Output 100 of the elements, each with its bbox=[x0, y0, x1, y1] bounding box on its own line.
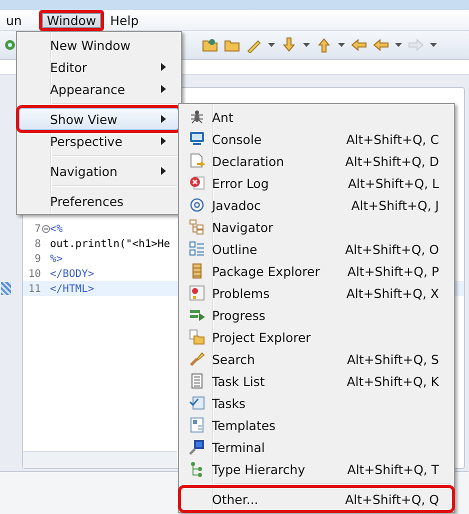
menu-item-label: Show View bbox=[50, 112, 118, 126]
menu-item-label: Terminal bbox=[212, 440, 266, 454]
line-number: 11 bbox=[27, 282, 41, 294]
back-arrow-icon[interactable] bbox=[373, 37, 389, 53]
submenu-arrow-icon bbox=[161, 63, 166, 71]
folder-icon bbox=[189, 329, 205, 345]
bookmark-marker bbox=[1, 282, 11, 295]
menu-item[interactable]: Appearance bbox=[19, 78, 179, 100]
menu-item-label: Console bbox=[212, 132, 263, 146]
monitor-icon bbox=[189, 131, 205, 147]
dropdown-caret-icon[interactable] bbox=[303, 43, 310, 47]
menu-item-label: Declaration bbox=[212, 154, 286, 168]
code-text: out.println("<h1>He bbox=[50, 238, 170, 250]
shortcut-text: Alt+Shift+Q, D bbox=[345, 154, 439, 168]
submenu-arrow-icon bbox=[161, 137, 166, 145]
terminal-icon bbox=[189, 439, 205, 455]
menu-item-label: Project Explorer bbox=[212, 330, 312, 344]
dropdown-caret-icon[interactable] bbox=[268, 43, 275, 47]
menu-item-label: Problems bbox=[212, 286, 271, 300]
menu-item[interactable]: Editor bbox=[19, 56, 179, 78]
progress-icon bbox=[189, 307, 205, 323]
menu-item[interactable]: Console Alt+Shift+Q, C bbox=[181, 128, 452, 150]
tree-icon bbox=[189, 219, 205, 235]
menu-item-label: Ant bbox=[212, 110, 234, 124]
shortcut-text: Alt+Shift+Q, O bbox=[345, 242, 439, 256]
code-text: </HTML> bbox=[50, 282, 94, 294]
code-text: </BODY> bbox=[50, 268, 94, 280]
shortcut-text: Alt+Shift+Q, P bbox=[347, 264, 439, 278]
menu-item[interactable]: Ant bbox=[181, 106, 452, 128]
bug-icon bbox=[189, 109, 205, 125]
menu-item[interactable]: Outline Alt+Shift+Q, O bbox=[181, 238, 452, 260]
menu-item-label: Javadoc bbox=[212, 198, 262, 212]
up-arrow-icon[interactable] bbox=[316, 37, 332, 53]
submenu-arrow-icon bbox=[161, 167, 166, 175]
line-number: 7 bbox=[34, 222, 41, 234]
menu-item[interactable]: Perspective bbox=[19, 130, 179, 152]
menu-item-label: Perspective bbox=[50, 134, 124, 148]
menu-item-label: Other... bbox=[212, 492, 260, 506]
menu-item-label: Task List bbox=[212, 374, 266, 388]
problems-icon bbox=[189, 285, 205, 301]
shortcut-text: Alt+Shift+Q, C bbox=[346, 132, 439, 146]
outline-icon bbox=[189, 241, 205, 257]
back-arrow-icon[interactable] bbox=[351, 37, 367, 53]
horizontal-scrollbar[interactable] bbox=[23, 451, 177, 468]
menu-item[interactable]: Package Explorer Alt+Shift+Q, P bbox=[181, 260, 452, 282]
menu-item-label: Navigator bbox=[212, 220, 274, 234]
menu-item-label: Tasks bbox=[212, 396, 246, 410]
menu-item[interactable]: Progress bbox=[181, 304, 452, 326]
fold-icon[interactable] bbox=[42, 224, 50, 232]
menu-item[interactable]: Tasks bbox=[181, 392, 452, 414]
down-arrow-icon[interactable] bbox=[281, 37, 297, 53]
menu-item-label: Outline bbox=[212, 242, 258, 256]
menu-title[interactable]: un bbox=[0, 10, 30, 30]
menu-item-label: Progress bbox=[212, 308, 266, 322]
menu-item[interactable]: Declaration Alt+Shift+Q, D bbox=[181, 150, 452, 172]
menu-item-label: Editor bbox=[50, 60, 88, 74]
menu-item[interactable]: Problems Alt+Shift+Q, X bbox=[181, 282, 452, 304]
dropdown-caret-icon[interactable] bbox=[395, 43, 402, 47]
menu-item[interactable]: Terminal bbox=[181, 436, 452, 458]
menu-item[interactable]: Show View bbox=[19, 108, 179, 130]
shortcut-text: Alt+Shift+Q, K bbox=[346, 374, 439, 388]
dropdown-caret-icon[interactable] bbox=[338, 43, 345, 47]
menu-item-label: Preferences bbox=[50, 194, 125, 208]
shortcut-text: Alt+Shift+Q, X bbox=[346, 286, 439, 300]
folder-icon[interactable] bbox=[202, 37, 218, 53]
menu-item[interactable]: Other... Alt+Shift+Q, Q bbox=[181, 488, 452, 510]
menu-item-label: Type Hierarchy bbox=[212, 462, 306, 476]
shortcut-text: Alt+Shift+Q, Q bbox=[345, 492, 439, 506]
shortcut-text: Alt+Shift+Q, L bbox=[348, 176, 439, 190]
menu-title[interactable]: Window bbox=[38, 10, 104, 30]
template-icon bbox=[189, 417, 205, 433]
shortcut-text: Alt+Shift+Q, T bbox=[347, 462, 439, 476]
menu-item-label: Search bbox=[212, 352, 256, 366]
line-number: 8 bbox=[34, 238, 41, 250]
menu-item[interactable]: Templates bbox=[181, 414, 452, 436]
submenu-arrow-icon bbox=[161, 115, 166, 123]
document-icon bbox=[189, 153, 205, 169]
menu-item-label: Navigation bbox=[50, 164, 118, 178]
menu-item[interactable]: Preferences bbox=[19, 190, 179, 212]
menu-item[interactable]: Type Hierarchy Alt+Shift+Q, T bbox=[181, 458, 452, 480]
submenu-arrow-icon bbox=[161, 85, 166, 93]
menu-item[interactable]: Navigator bbox=[181, 216, 452, 238]
menu-item[interactable]: Project Explorer bbox=[181, 326, 452, 348]
menu-item-label: Appearance bbox=[50, 82, 126, 96]
menu-title[interactable]: Help bbox=[102, 10, 147, 30]
menu-item-label: Error Log bbox=[212, 176, 270, 190]
menu-item-label: New Window bbox=[50, 38, 132, 52]
menu-item[interactable]: Search Alt+Shift+Q, S bbox=[181, 348, 452, 370]
menu-item[interactable]: Task List Alt+Shift+Q, K bbox=[181, 370, 452, 392]
error-icon bbox=[189, 175, 205, 191]
dropdown-caret-icon[interactable] bbox=[430, 43, 437, 47]
menu-item[interactable]: Error Log Alt+Shift+Q, L bbox=[181, 172, 452, 194]
menu-item[interactable]: Javadoc Alt+Shift+Q, J bbox=[181, 194, 452, 216]
menu-item-label: Templates bbox=[212, 418, 277, 432]
shortcut-text: Alt+Shift+Q, J bbox=[351, 198, 439, 212]
code-text: <% bbox=[50, 222, 63, 234]
line-number: 9 bbox=[34, 252, 41, 264]
line-number: 10 bbox=[27, 268, 41, 280]
shortcut-text: Alt+Shift+Q, S bbox=[346, 352, 439, 366]
menu-item[interactable]: Navigation bbox=[19, 160, 179, 182]
